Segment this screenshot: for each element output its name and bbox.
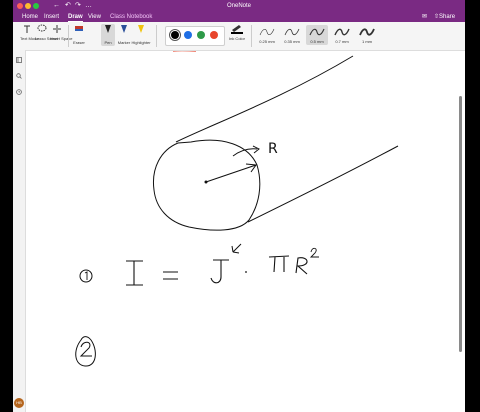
share-label: Share <box>439 14 456 20</box>
lasso-icon <box>37 24 47 32</box>
ribbon-tabs: Home Insert Draw View Class Notebook ✉ ⇧… <box>13 12 465 22</box>
app-title: OneNote <box>226 3 251 9</box>
thickness-1[interactable]: 1 mm <box>356 25 378 45</box>
thickness-label: 0.5 mm <box>310 39 324 44</box>
color-swatch-black[interactable] <box>169 29 181 41</box>
pen-label: Pen <box>104 40 112 45</box>
stroke-preview-icon <box>309 28 325 36</box>
ink-radius-line <box>205 164 257 183</box>
recent-icon[interactable] <box>16 89 22 95</box>
thickness-025[interactable]: 0.25 mm <box>256 25 278 45</box>
notebooks-icon[interactable] <box>16 57 22 63</box>
share-button[interactable]: ⇧Share <box>434 13 455 21</box>
ink-exponent-2 <box>309 247 319 258</box>
ink-step-1-circle <box>79 269 93 283</box>
ink-cylinder-bottom-edge <box>247 145 399 223</box>
thickness-035[interactable]: 0.35 mm <box>281 25 303 45</box>
eraser-button[interactable]: Eraser <box>72 24 86 45</box>
highlighter-icon <box>138 25 144 33</box>
ink-R <box>295 257 308 275</box>
thickness-label: 0.25 mm <box>259 39 275 44</box>
sidebar: HB <box>13 50 26 412</box>
ink-step-2-digit <box>79 341 92 357</box>
color-swatch-red[interactable] <box>210 31 218 39</box>
ribbon-divider <box>156 25 157 47</box>
thickness-label: 1 mm <box>362 39 372 44</box>
color-swatch-green[interactable] <box>197 31 205 39</box>
ink-drawing: R <box>75 49 399 367</box>
highlighter-label: Highlighter <box>131 40 151 45</box>
ink-J-arrow <box>231 243 242 254</box>
ribbon-divider <box>68 25 69 47</box>
title-bar: ← ↶ ↷ … OneNote <box>13 0 465 12</box>
tab-view[interactable]: View <box>88 13 101 21</box>
pen-button[interactable]: Pen <box>101 24 115 45</box>
thickness-label: 0.35 mm <box>284 39 300 44</box>
insert-space-icon <box>53 25 61 33</box>
ink-current-I <box>126 260 143 286</box>
avatar[interactable]: HB <box>14 398 24 408</box>
insert-space-button[interactable]: Insert Space <box>50 24 72 41</box>
onenote-window: ← ↶ ↷ … OneNote Home Insert Draw View Cl… <box>13 0 465 412</box>
marker-button[interactable]: Marker <box>117 24 131 45</box>
ink-pi <box>268 255 290 273</box>
text-mode-icon <box>24 25 30 33</box>
tab-draw[interactable]: Draw <box>68 13 83 22</box>
tab-class-notebook[interactable]: Class Notebook <box>110 13 152 21</box>
marker-label: Marker <box>117 40 131 45</box>
insert-space-label: Insert Space <box>50 36 73 41</box>
note-canvas[interactable]: R <box>26 49 458 412</box>
ink-radius-label: R <box>268 141 278 157</box>
stroke-preview-icon <box>334 28 350 36</box>
eraser-label: Eraser <box>73 40 85 45</box>
ink-color-icon <box>231 25 243 34</box>
eraser-icon <box>75 26 83 31</box>
ribbon-divider <box>251 25 252 47</box>
lasso-select-label: Lasso Select <box>35 36 58 41</box>
ink-label-arrowhead <box>252 145 260 154</box>
ink-current-density-J <box>210 259 229 284</box>
color-swatch-blue[interactable] <box>184 31 192 39</box>
stroke-preview-icon <box>284 28 300 36</box>
ink-multiply-dot <box>245 271 247 273</box>
thickness-label: 0.7 mm <box>335 39 349 44</box>
tab-insert[interactable]: Insert <box>44 13 59 21</box>
lasso-select-button[interactable]: Lasso Select <box>35 24 58 41</box>
scrollbar[interactable] <box>459 96 462 352</box>
color-palette <box>165 26 225 46</box>
text-mode-button[interactable]: Text Mode <box>20 24 38 41</box>
ink-equals <box>163 271 178 280</box>
comment-icon[interactable]: ✉ <box>422 13 427 21</box>
ink-step-1-digit <box>84 271 88 280</box>
thickness-05[interactable]: 0.5 mm <box>306 25 328 45</box>
thickness-07[interactable]: 0.7 mm <box>331 25 353 45</box>
highlighter-button[interactable]: Highlighter <box>131 24 151 45</box>
ink-label-arrow <box>232 148 258 157</box>
ink-cylinder-top-edge <box>175 55 354 143</box>
ink-color-button[interactable]: Ink Color <box>228 24 246 41</box>
tab-home[interactable]: Home <box>22 13 38 21</box>
stroke-preview-icon <box>359 28 375 36</box>
marker-icon <box>121 25 127 33</box>
draw-ribbon: Text Mode Lasso Select Insert Space Eras… <box>13 22 465 51</box>
ink-circle <box>152 139 261 231</box>
search-icon[interactable] <box>16 73 22 79</box>
stroke-preview-icon <box>259 28 275 36</box>
ink-color-label: Ink Color <box>228 36 245 41</box>
pen-icon <box>105 25 111 33</box>
text-mode-label: Text Mode <box>20 36 39 41</box>
